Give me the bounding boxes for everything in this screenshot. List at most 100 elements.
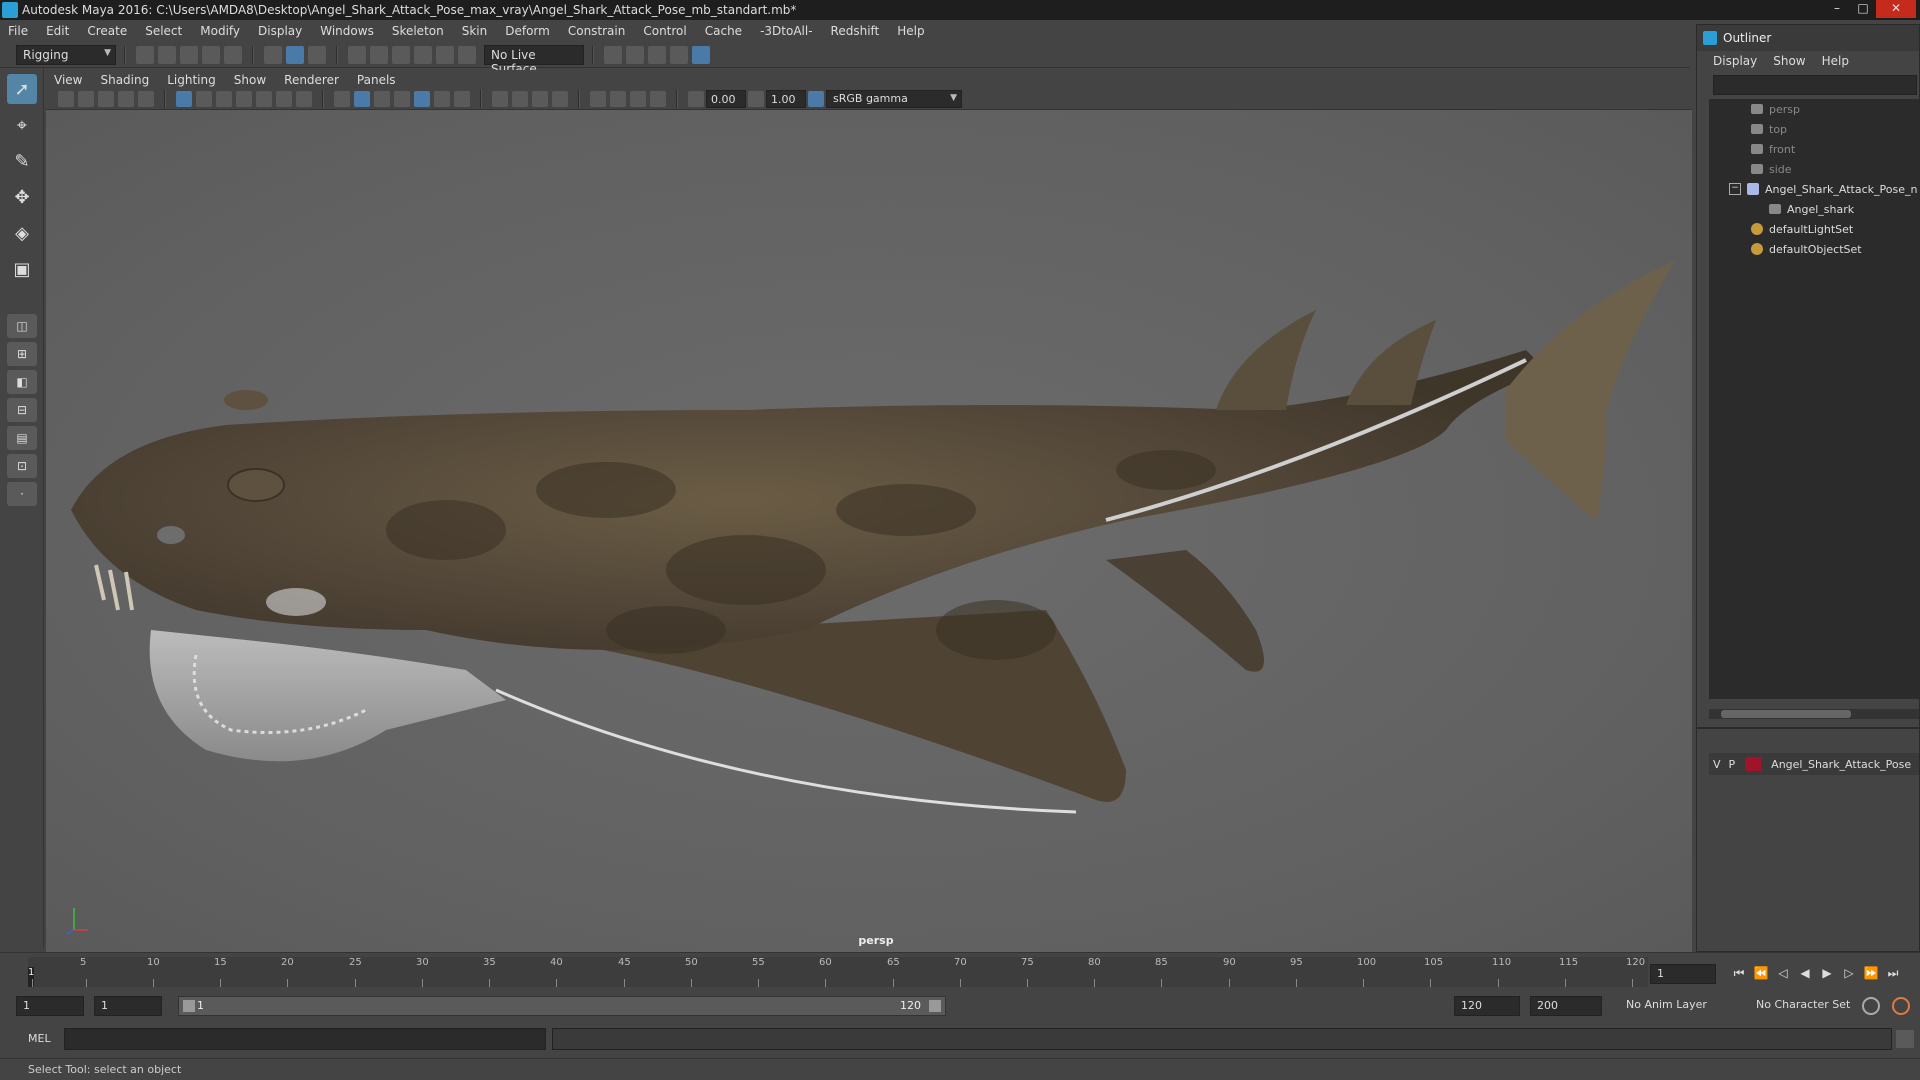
script-editor-icon[interactable] <box>1896 1030 1914 1048</box>
custom-layout-icon[interactable]: ⊡ <box>7 454 37 478</box>
menu-display[interactable]: Display <box>258 24 302 38</box>
panel-menu-show[interactable]: Show <box>234 73 266 87</box>
xray-components-icon[interactable] <box>650 90 666 107</box>
ambient-occlusion-icon[interactable] <box>492 90 508 107</box>
playback-range-slider[interactable]: 1 120 <box>178 996 946 1016</box>
four-view-layout-icon[interactable]: ⊞ <box>7 342 37 366</box>
exposure-field[interactable]: 0.00 <box>706 89 746 108</box>
open-scene-icon[interactable] <box>158 45 176 64</box>
gate-mask-icon[interactable] <box>236 90 252 107</box>
exposure-icon[interactable] <box>688 90 704 107</box>
snap-surface-icon[interactable] <box>436 45 454 64</box>
snap-curve-icon[interactable] <box>370 45 388 64</box>
live-surface-field[interactable]: No Live Surface <box>484 44 584 76</box>
camera-select-icon[interactable] <box>58 90 74 107</box>
film-gate-icon[interactable] <box>196 90 212 107</box>
menu-create[interactable]: Create <box>87 24 127 38</box>
scale-tool-icon[interactable]: ▣ <box>7 254 37 284</box>
rotate-tool-icon[interactable]: ◈ <box>7 218 37 248</box>
gamma-icon[interactable] <box>748 90 764 107</box>
auto-key-icon[interactable] <box>1862 997 1880 1015</box>
current-time-marker[interactable]: 1 <box>28 967 34 987</box>
gamma-field[interactable]: 1.00 <box>766 89 806 108</box>
range-start-handle[interactable] <box>183 1000 195 1012</box>
angel-shark-model[interactable] <box>46 110 1692 952</box>
wireframe-on-shaded-icon[interactable] <box>394 90 410 107</box>
depth-of-field-icon[interactable] <box>552 90 568 107</box>
xray-icon[interactable] <box>610 90 626 107</box>
outliner-item-persp[interactable]: persp <box>1709 99 1919 119</box>
move-tool-icon[interactable]: ✥ <box>7 182 37 212</box>
layer-playback-toggle[interactable]: P <box>1729 758 1736 771</box>
menu-select[interactable]: Select <box>145 24 182 38</box>
outliner-item-mesh[interactable]: Angel_shark <box>1709 199 1919 219</box>
command-language-label[interactable]: MEL <box>28 1032 51 1045</box>
motion-blur-icon[interactable] <box>512 90 528 107</box>
outliner-item-top[interactable]: top <box>1709 119 1919 139</box>
panel-menu-shading[interactable]: Shading <box>100 73 149 87</box>
playback-end-field[interactable]: 120 <box>1454 996 1520 1016</box>
perspective-viewport[interactable]: persp <box>46 110 1692 952</box>
menu-file[interactable]: File <box>8 24 28 38</box>
maximize-button[interactable]: □ <box>1850 0 1876 18</box>
new-scene-icon[interactable] <box>136 45 154 64</box>
persp-graph-layout-icon[interactable]: ⊟ <box>7 398 37 422</box>
outliner-search-field[interactable] <box>1713 75 1917 95</box>
play-backward-icon[interactable]: ◀ <box>1794 962 1816 984</box>
xray-joints-icon[interactable] <box>630 90 646 107</box>
minimize-button[interactable]: – <box>1824 0 1850 18</box>
menu-skin[interactable]: Skin <box>462 24 488 38</box>
shadows-icon[interactable] <box>454 90 470 107</box>
paint-select-tool-icon[interactable]: ✎ <box>7 146 37 176</box>
select-hierarchy-icon[interactable] <box>264 45 282 64</box>
go-to-start-icon[interactable]: ⏮ <box>1728 962 1750 984</box>
anti-aliasing-icon[interactable] <box>532 90 548 107</box>
menu-skeleton[interactable]: Skeleton <box>392 24 444 38</box>
outliner-item-front[interactable]: front <box>1709 139 1919 159</box>
persp-outliner-layout-icon[interactable]: ◧ <box>7 370 37 394</box>
outliner-hscrollbar[interactable] <box>1709 709 1919 719</box>
image-plane-icon[interactable] <box>118 90 134 107</box>
safe-action-icon[interactable] <box>276 90 292 107</box>
view-transform-dropdown[interactable]: sRGB gamma ▼ <box>826 89 962 108</box>
go-to-end-icon[interactable]: ⏭ <box>1882 962 1904 984</box>
character-set-dropdown[interactable]: No Character Set <box>1750 996 1870 1016</box>
redo-icon[interactable] <box>224 45 242 64</box>
menu-help[interactable]: Help <box>897 24 924 38</box>
isolate-select-icon[interactable] <box>590 90 606 107</box>
anim-layer-dropdown[interactable]: No Anim Layer <box>1620 996 1740 1016</box>
hypershade-icon[interactable] <box>692 45 710 64</box>
panel-menu-view[interactable]: View <box>54 73 82 87</box>
wireframe-icon[interactable] <box>334 90 350 107</box>
ipr-render-icon[interactable] <box>648 45 666 64</box>
select-object-icon[interactable] <box>286 45 304 64</box>
menu-deform[interactable]: Deform <box>505 24 550 38</box>
field-chart-icon[interactable] <box>256 90 272 107</box>
undo-icon[interactable] <box>202 45 220 64</box>
outliner-menu-display[interactable]: Display <box>1713 54 1757 68</box>
render-view-icon[interactable] <box>604 45 622 64</box>
smooth-shade-icon[interactable] <box>354 90 370 107</box>
panel-menu-renderer[interactable]: Renderer <box>284 73 339 87</box>
textured-icon[interactable] <box>414 90 430 107</box>
close-button[interactable]: ✕ <box>1876 0 1916 18</box>
outliner-item-rig-root[interactable]: − Angel_Shark_Attack_Pose_n <box>1709 179 1919 199</box>
menu-set-dropdown[interactable]: Rigging ▼ <box>16 44 116 65</box>
grid-icon[interactable] <box>176 90 192 107</box>
menu-modify[interactable]: Modify <box>200 24 240 38</box>
snap-point-icon[interactable] <box>392 45 410 64</box>
snap-view-icon[interactable] <box>414 45 432 64</box>
collapse-icon[interactable]: − <box>1729 183 1741 195</box>
outliner-item-object-set[interactable]: defaultObjectSet <box>1709 239 1919 259</box>
outliner-item-light-set[interactable]: defaultLightSet <box>1709 219 1919 239</box>
scrollbar-thumb[interactable] <box>1721 710 1851 718</box>
step-forward-key-icon[interactable]: ⏩ <box>1860 962 1882 984</box>
bookmark-icon[interactable] <box>98 90 114 107</box>
single-perspective-layout-icon[interactable]: ◫ <box>7 314 37 338</box>
command-input[interactable] <box>64 1028 546 1050</box>
render-current-icon[interactable] <box>626 45 644 64</box>
lasso-tool-icon[interactable]: ⌖ <box>7 110 37 140</box>
color-management-icon[interactable] <box>808 90 824 107</box>
grease-pencil-icon[interactable] <box>138 90 154 107</box>
snap-grid-icon[interactable] <box>348 45 366 64</box>
